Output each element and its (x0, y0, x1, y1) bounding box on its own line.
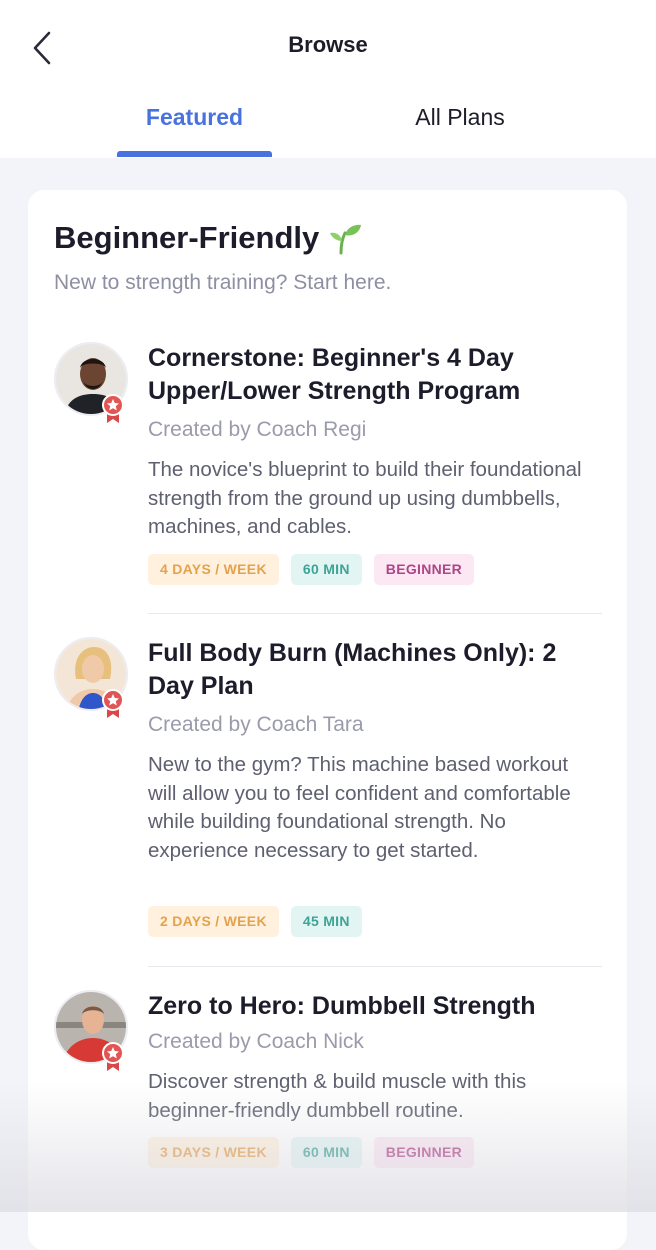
plan-item-cornerstone[interactable]: Cornerstone: Beginner's 4 Day Upper/Lowe… (54, 342, 614, 592)
plan-title: Zero to Hero: Dumbbell Strength (148, 992, 536, 1020)
plan-item-full-body-burn[interactable]: Full Body Burn (Machines Only): 2 Day Pl… (54, 637, 614, 942)
plan-description: Discover strength & build muscle with th… (148, 1070, 527, 1122)
plan-item-zero-to-hero[interactable]: Zero to Hero: Dumbbell Strength Created … (54, 990, 614, 1180)
level-badge: BEGINNER (373, 1137, 475, 1168)
avatar (54, 990, 128, 1071)
plan-title: Cornerstone: Beginner's 4 Day Upper/Lowe… (148, 344, 521, 405)
plan-description: New to the gym? This machine based worko… (148, 753, 571, 862)
tab-all-plans[interactable]: All Plans (380, 104, 540, 131)
duration-badge: 45 MIN (290, 906, 362, 937)
page-title: Browse (288, 32, 368, 57)
seedling-icon (330, 224, 362, 255)
plan-coach: Created by Coach Tara (148, 713, 364, 736)
level-badge: BEGINNER (373, 554, 475, 585)
plan-coach: Created by Coach Nick (148, 1030, 364, 1053)
top-bar: Browse Featured All Plans (0, 0, 656, 158)
duration-badge: 60 MIN (290, 1137, 362, 1168)
plan-description: The novice's blueprint to build their fo… (148, 458, 582, 538)
divider (148, 966, 602, 967)
days-per-week-badge: 4 DAYS / WEEK (148, 554, 279, 585)
plan-tags: 4 DAYS / WEEK 60 MIN BEGINNER (148, 554, 475, 585)
section-title: Beginner-Friendly (54, 220, 363, 256)
days-per-week-badge: 3 DAYS / WEEK (148, 1137, 279, 1168)
tab-featured[interactable]: Featured (117, 104, 272, 131)
divider (148, 613, 602, 614)
plan-coach: Created by Coach Regi (148, 418, 367, 441)
active-tab-indicator (117, 151, 272, 157)
plan-title: Full Body Burn (Machines Only): 2 Day Pl… (148, 639, 557, 700)
duration-badge: 60 MIN (290, 554, 362, 585)
section-title-text: Beginner-Friendly (54, 220, 320, 255)
plan-tags: 3 DAYS / WEEK 60 MIN BEGINNER (148, 1137, 475, 1168)
plan-tags: 2 DAYS / WEEK 45 MIN (148, 906, 362, 937)
section-subtitle: New to strength training? Start here. (54, 271, 392, 294)
star-badge-icon (102, 689, 124, 718)
days-per-week-badge: 2 DAYS / WEEK (148, 906, 279, 937)
star-badge-icon (102, 394, 124, 423)
star-badge-icon (102, 1042, 124, 1071)
avatar (54, 342, 128, 423)
avatar (54, 637, 128, 718)
